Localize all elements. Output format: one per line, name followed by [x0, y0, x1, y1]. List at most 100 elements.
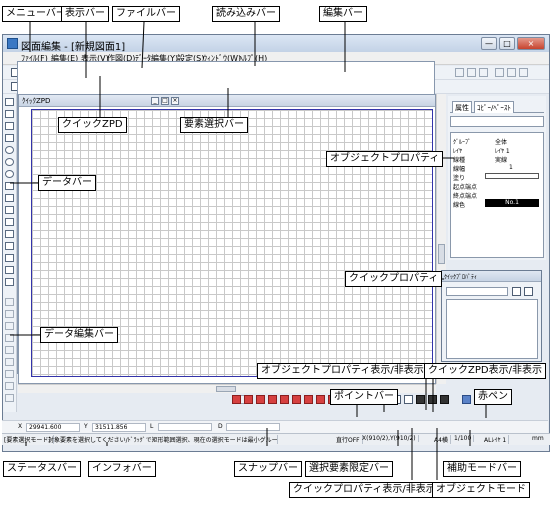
doc-maximize-button[interactable]: □ [161, 97, 169, 105]
extra-icon-2[interactable] [467, 68, 476, 77]
quick-property-title: ｸｲｯｸﾌﾟﾛﾊﾟﾃｨ [444, 274, 478, 281]
object-property-toggle-icon[interactable] [416, 395, 425, 404]
callout-select-limit-bar: 選択要素限定バー [305, 461, 393, 477]
callout-data-edit-bar: データ編集バー [40, 327, 118, 343]
edit-mirror-icon[interactable] [5, 334, 14, 342]
snap-perp-icon[interactable] [268, 395, 277, 404]
draw-symbol-icon[interactable] [5, 218, 14, 226]
quick-property-window: ｸｲｯｸﾌﾟﾛﾊﾟﾃｨ [441, 270, 542, 362]
draw-misc-icon-2[interactable] [5, 278, 14, 286]
draw-arc-icon[interactable] [5, 158, 14, 166]
prop-value[interactable]: 1 [509, 164, 513, 171]
callout-view-bar: 表示バー [61, 6, 109, 22]
draw-polyline-icon[interactable] [5, 110, 14, 118]
document-titlebar[interactable]: ｸｲｯｸZPD _ □ × [19, 95, 435, 107]
snap-center-icon[interactable] [292, 395, 301, 404]
y-value[interactable]: 31511.856 [92, 423, 146, 432]
edit-scale-icon[interactable] [5, 346, 14, 354]
edit-offset-icon[interactable] [5, 382, 14, 390]
extra-icon-5[interactable] [507, 68, 516, 77]
property-tabs: 属性 ｺﾋﾟｰ/ﾍﾟｰｽﾄ [450, 101, 544, 113]
draw-dim-icon[interactable] [5, 206, 14, 214]
status-paper: A4横 [434, 435, 451, 444]
draw-curve-icon[interactable] [5, 194, 14, 202]
draw-text-icon[interactable] [5, 182, 14, 190]
tab-copy-paste[interactable]: ｺﾋﾟｰ/ﾍﾟｰｽﾄ [474, 101, 514, 113]
draw-ellipse-icon[interactable] [5, 170, 14, 178]
object-property-panel: 属性 ｺﾋﾟｰ/ﾍﾟｰｽﾄ ｸﾞﾙｰﾌﾟ 全体 ﾚｲﾔ ﾚｲﾔ 1 線種 実線 … [448, 96, 546, 260]
d-label: D [218, 423, 223, 430]
snap-grid-icon[interactable] [316, 395, 325, 404]
edit-extend-icon[interactable] [5, 370, 14, 378]
property-list: ｸﾞﾙｰﾌﾟ 全体 ﾚｲﾔ ﾚｲﾔ 1 線種 実線 線幅 1 塗り 起点端点 終… [450, 132, 544, 258]
quick-property-dropdown[interactable] [446, 287, 508, 296]
status-layer: ALﾚｲﾔ 1 [484, 435, 510, 444]
doc-close-button[interactable]: × [171, 97, 179, 105]
edit-fillet-icon[interactable] [5, 394, 14, 402]
extra-icon-4[interactable] [495, 68, 504, 77]
snap-tangent-icon[interactable] [280, 395, 289, 404]
aux-mode-icon[interactable] [462, 395, 471, 404]
draw-line-icon[interactable] [5, 98, 14, 106]
snap-nearest-icon[interactable] [304, 395, 313, 404]
line-color-swatch[interactable]: No.1 [485, 199, 539, 207]
snap-intersect-icon[interactable] [256, 395, 265, 404]
window-title: 図面編集 - [新規図面1] [21, 42, 126, 53]
prop-value[interactable]: ﾚｲﾔ 1 [495, 146, 510, 155]
d-value[interactable] [226, 423, 280, 431]
extra-icon-3[interactable] [479, 68, 488, 77]
quick-property-icon-1[interactable] [512, 287, 521, 296]
prop-label: 起点端点 [453, 184, 478, 191]
snap-midpoint-icon[interactable] [244, 395, 253, 404]
status-xy: X(910/2),Y(910/2) [362, 435, 419, 442]
callout-quick-property: クイックプロパティ [345, 271, 443, 287]
draw-hatch-icon[interactable] [5, 230, 14, 238]
prop-value[interactable]: 全体 [495, 137, 507, 146]
quick-property-titlebar[interactable]: ｸｲｯｸﾌﾟﾛﾊﾟﾃｨ [442, 271, 541, 282]
edit-move-icon[interactable] [5, 298, 14, 306]
snap-endpoint-icon[interactable] [232, 395, 241, 404]
status-unit: mm [532, 435, 544, 442]
l-value[interactable] [158, 423, 212, 431]
draw-image-icon[interactable] [5, 242, 14, 250]
edit-copy-icon[interactable] [5, 310, 14, 318]
quick-property-icon-2[interactable] [524, 287, 533, 296]
prop-value[interactable]: 実線 [495, 155, 507, 164]
callout-object-property: オブジェクトプロパティ [326, 151, 444, 167]
extra-icon-1[interactable] [455, 68, 464, 77]
quick-property-list [446, 299, 538, 359]
callout-data-bar: データバー [38, 175, 96, 191]
status-ortho: 直行OFF [336, 435, 363, 444]
tab-attributes[interactable]: 属性 [452, 101, 472, 113]
draw-misc-icon-1[interactable] [5, 266, 14, 274]
object-mode-icon[interactable] [440, 395, 449, 404]
title-bar[interactable]: 図面編集 - [新規図面1] — □ × [3, 35, 549, 53]
prop-label: 終点端点 [453, 193, 478, 200]
callout-element-select-bar: 要素選択バー [180, 117, 248, 133]
vertical-scroll-thumb[interactable] [438, 244, 445, 264]
extra-icon-6[interactable] [519, 68, 528, 77]
document-title: ｸｲｯｸZPD [22, 97, 51, 105]
quick-property-toggle-icon[interactable] [404, 395, 413, 404]
property-dropdown[interactable] [450, 116, 544, 127]
prop-label: 線幅 [453, 166, 466, 173]
callout-point-bar: ポイントバー [330, 389, 398, 405]
draw-rect-icon[interactable] [5, 122, 14, 130]
prop-label: 線色 [453, 202, 466, 209]
y-label: Y [84, 423, 88, 430]
callout-aux-mode-bar: 補助モードバー [443, 461, 521, 477]
x-value[interactable]: 29941.600 [26, 423, 80, 432]
status-scale: 1/100 [454, 435, 475, 442]
quick-zpd-toggle-icon[interactable] [428, 395, 437, 404]
draw-polygon-icon[interactable] [5, 134, 14, 142]
draw-circle-icon[interactable] [5, 146, 14, 154]
maximize-button[interactable]: □ [499, 37, 515, 50]
doc-minimize-button[interactable]: _ [151, 97, 159, 105]
draw-table-icon[interactable] [5, 254, 14, 262]
callout-snap-bar: スナップバー [234, 461, 302, 477]
close-button[interactable]: × [517, 37, 545, 50]
edit-trim-icon[interactable] [5, 358, 14, 366]
minimize-button[interactable]: — [481, 37, 497, 50]
fill-swatch[interactable] [485, 173, 539, 179]
edit-rotate-icon[interactable] [5, 322, 14, 330]
